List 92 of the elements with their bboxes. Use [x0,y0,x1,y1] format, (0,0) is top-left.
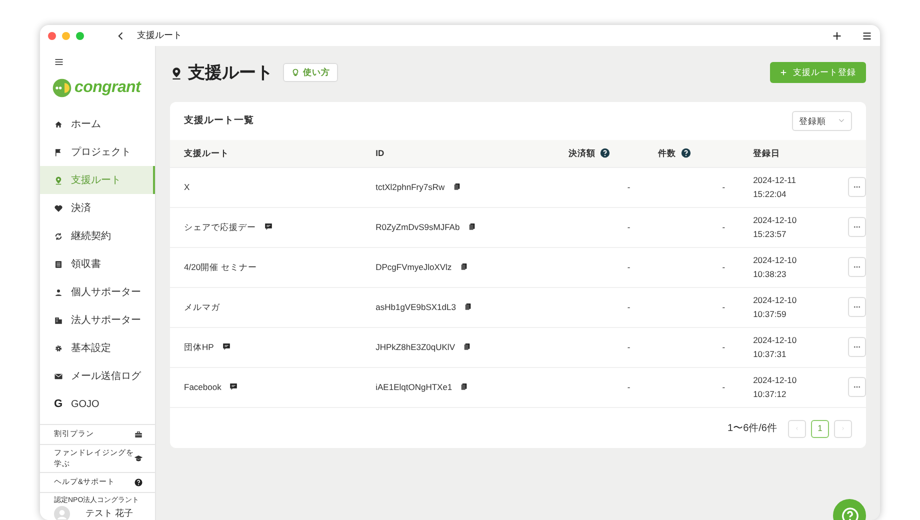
time-text: 15:23:57 [753,228,788,242]
pagination-summary: 1〜6件/6件 [728,422,777,436]
amount-text: - [627,382,630,392]
help-icon[interactable] [600,148,610,158]
lightbulb-icon [291,68,300,78]
route-name: Facebook [184,382,222,392]
plus-icon[interactable] [832,30,842,40]
graduation-cap-icon [134,454,143,464]
route-name: 4/20開催 セミナー [184,262,257,272]
copy-icon[interactable] [464,302,472,311]
copy-icon[interactable] [460,262,468,271]
sidebar-item[interactable]: 法人サポーター [40,306,155,334]
route-id: tctXl2phnFry7sRw [376,182,445,192]
date-text: 2024-12-10 [753,374,798,387]
time-text: 10:37:59 [753,308,788,322]
logo-icon [52,78,72,98]
date-text: 2024-12-10 [753,294,798,307]
home-icon [54,120,63,128]
comment-icon[interactable] [264,222,273,231]
card-title: 支援ルート一覧 [184,114,254,128]
help-icon[interactable] [681,148,692,158]
date-text: 2024-12-10 [753,334,798,347]
route-id: iAE1ElqtONgHTXe1 [376,382,452,392]
sidebar-item[interactable]: 個人サポーター [40,278,155,306]
menu-icon[interactable] [54,57,64,68]
chevron-down-icon [838,117,845,124]
comment-icon[interactable] [229,382,238,391]
heart-icon [54,204,63,212]
date-text: 2024-12-10 [753,254,798,267]
route-name: 団体HP [184,342,214,352]
person-icon [54,288,63,296]
gear-icon [54,344,63,352]
date-text: 2024-12-11 [753,174,797,187]
count-text: - [722,342,726,352]
logo-text: congrant [74,78,141,98]
sidebar-item[interactable]: G GOJO [40,390,155,418]
route-id: DPcgFVmyeJloXVlz [376,262,452,272]
g-logo-icon: G [54,396,63,412]
route-name: メルマガ [184,302,220,312]
sidebar-item[interactable]: ホーム [40,110,155,138]
flag-icon [54,148,63,156]
menu-icon[interactable] [862,30,872,40]
time-text: 15:22:04 [753,188,788,202]
help-icon [134,478,143,488]
comment-icon[interactable] [222,342,231,351]
count-text: - [722,182,726,192]
sidebar-item[interactable]: 基本設定 [40,334,155,362]
amount-text: - [627,182,630,192]
pin-icon [54,176,63,184]
count-text: - [722,262,726,272]
date-text: 2024-12-10 [753,214,798,227]
sidebar-item[interactable]: 領収書 [40,250,155,278]
column-header: 決済額 [554,140,644,168]
user-name: テスト 花子 [85,507,133,520]
column-header: 件数 [644,140,740,168]
route-name: シェアで応援デー [184,222,256,232]
building-icon [54,316,63,324]
route-name: X [184,182,190,192]
sidebar-item[interactable]: メール送信ログ [40,362,155,390]
column-header: ID [362,140,554,168]
time-text: 10:37:12 [753,388,788,402]
amount-text: - [627,342,630,352]
column-header: 支援ルート [170,140,362,168]
column-header: 登録日 [739,140,834,168]
sidebar-item[interactable]: 決済 [40,194,155,222]
count-text: - [722,222,726,232]
route-id: asHb1gVE9bSX1dL3 [376,302,456,312]
sidebar-item[interactable]: プロジェクト [40,138,155,166]
receipt-icon [54,260,63,268]
copy-icon[interactable] [463,342,471,351]
sort-select[interactable]: 登録順 [792,110,852,132]
amount-text: - [627,262,630,272]
help-chat-icon [840,506,860,520]
page-title: 支援ルート [188,62,273,84]
route-id: JHPkZ8hE3Z0qUKlV [376,342,455,352]
count-text: - [722,302,726,312]
route-id: R0ZyZmDvS9sMJFAb [376,222,460,232]
copy-icon[interactable] [468,222,476,231]
copy-icon[interactable] [460,382,468,391]
pin-icon [170,66,183,80]
sidebar-item[interactable]: 継続契約 [40,222,155,250]
amount-text: - [627,302,630,312]
amount-text: - [627,222,630,232]
mail-icon [54,372,63,380]
time-text: 10:37:31 [753,348,788,362]
plus-icon [780,69,787,76]
count-text: - [722,382,726,392]
sync-icon [54,232,63,240]
time-text: 10:38:23 [753,268,788,282]
copy-icon[interactable] [452,182,461,191]
window-title: 支援ルート [137,28,182,42]
briefcase-icon [134,430,143,440]
